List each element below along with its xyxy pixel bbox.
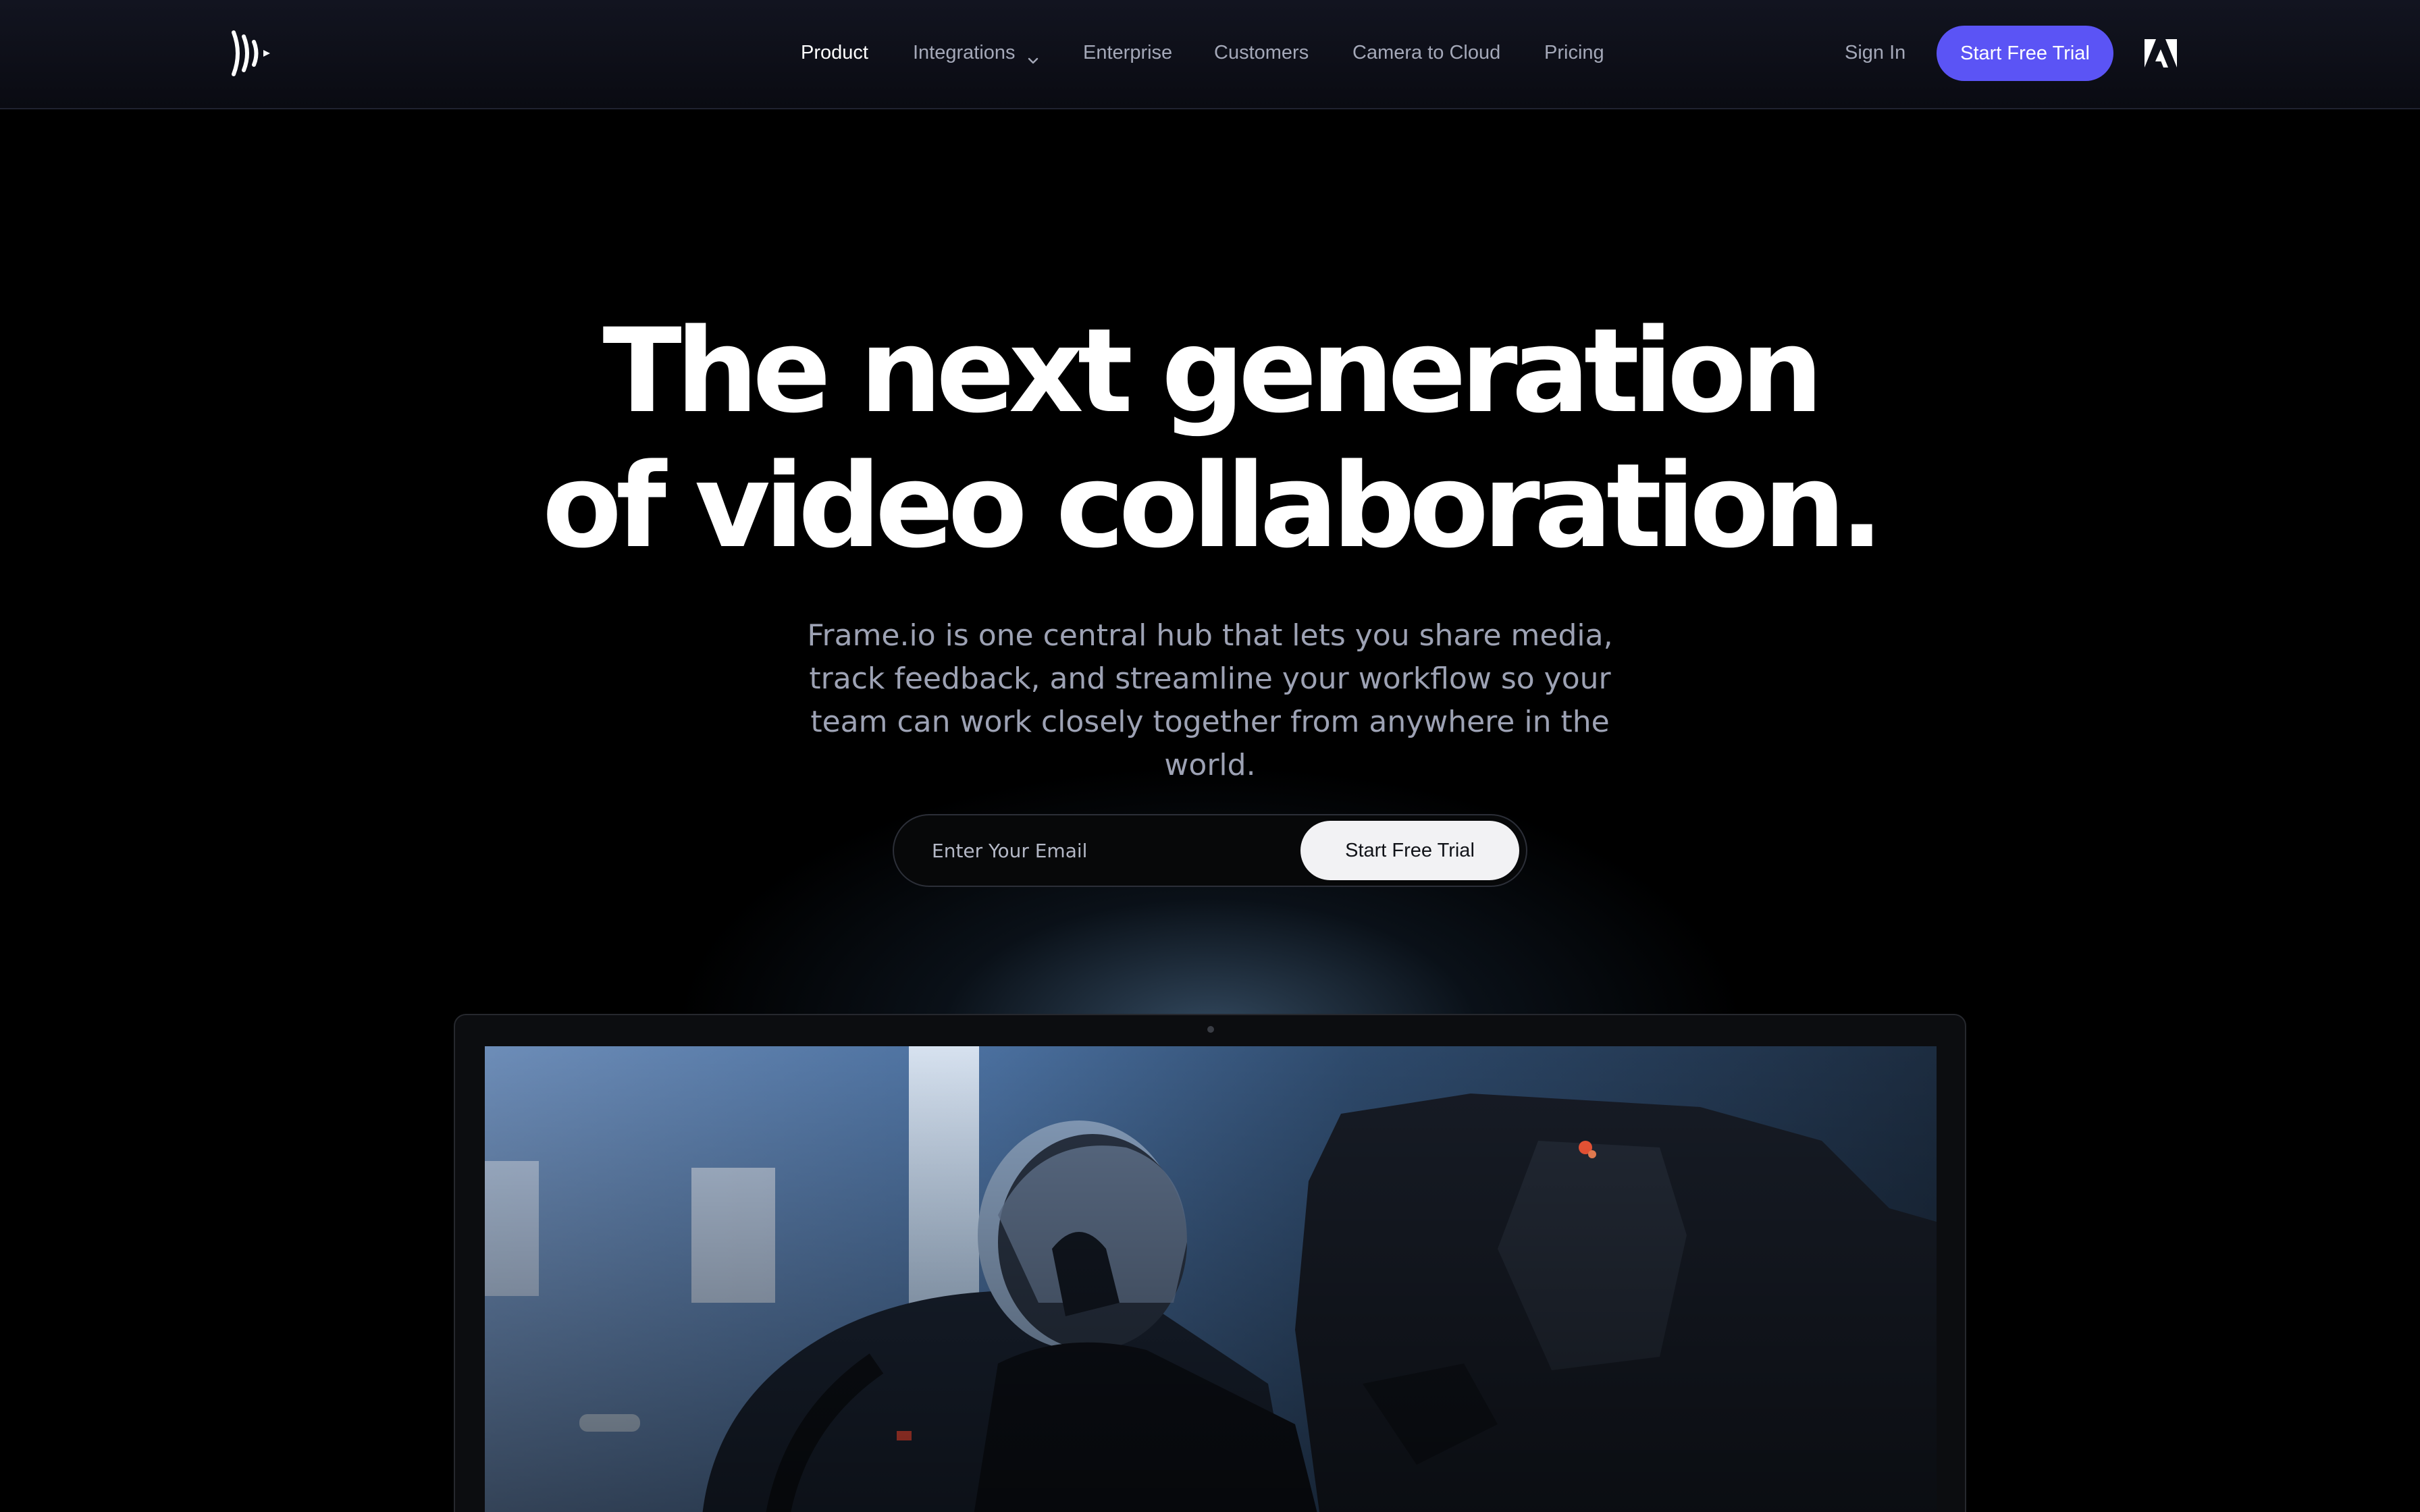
email-input[interactable]	[932, 829, 1283, 872]
nav-link-pricing[interactable]: Pricing	[1544, 35, 1604, 70]
nav-link-product[interactable]: Product	[801, 35, 868, 70]
page: Product Integrations Enterprise Customer…	[0, 0, 2420, 1512]
sign-in-link[interactable]: Sign In	[1845, 35, 1905, 70]
nav-link-integrations-label: Integrations	[913, 42, 1016, 63]
chevron-down-icon	[1026, 44, 1040, 64]
laptop-mockup	[454, 1014, 1966, 1512]
hero-start-free-trial-button[interactable]: Start Free Trial	[1300, 821, 1519, 880]
adobe-logo-icon[interactable]	[2145, 39, 2177, 68]
email-signup-form: Start Free Trial	[893, 814, 1527, 887]
hero-headline-line-1: The next generation	[602, 303, 1823, 439]
start-free-trial-button[interactable]: Start Free Trial	[1937, 26, 2113, 81]
laptop-camera	[1207, 1026, 1214, 1033]
nav-link-enterprise[interactable]: Enterprise	[1083, 35, 1172, 70]
hero-subtext: Frame.io is one central hub that lets yo…	[807, 618, 1613, 782]
nav-link-camera-to-cloud[interactable]: Camera to Cloud	[1352, 35, 1500, 70]
nav-link-customers[interactable]: Customers	[1214, 35, 1309, 70]
top-navigation: Product Integrations Enterprise Customer…	[0, 0, 2420, 109]
nav-link-integrations[interactable]: Integrations	[913, 35, 1040, 70]
video-frame-image	[485, 1046, 1937, 1512]
hero-headline: The next generation of video collaborati…	[0, 304, 2420, 574]
hero-headline-line-2: of video collaboration.	[542, 438, 1884, 574]
